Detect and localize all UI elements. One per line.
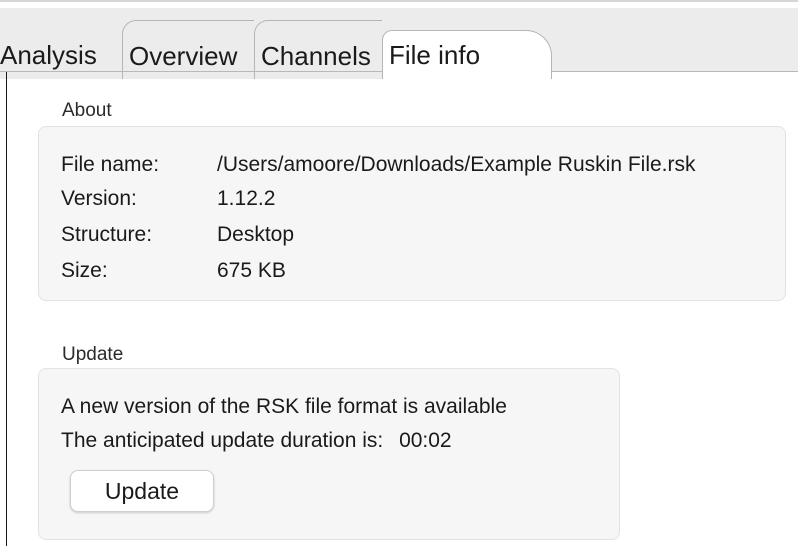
- update-duration-row: The anticipated update duration is: 00:0…: [61, 429, 452, 453]
- update-message: A new version of the RSK file format is …: [61, 395, 507, 418]
- tab-bar: Analysis Overview Channels File info: [0, 8, 798, 79]
- about-panel: File name: /Users/amoore/Downloads/Examp…: [38, 126, 786, 301]
- update-panel: A new version of the RSK file format is …: [38, 368, 620, 540]
- content-left-border: [6, 72, 7, 546]
- structure-value: Desktop: [217, 223, 295, 246]
- tab-channels-label: Channels: [261, 41, 371, 71]
- tab-overview-label: Overview: [129, 41, 238, 71]
- update-duration-value: 00:02: [399, 429, 452, 452]
- version-value: 1.12.2: [217, 187, 276, 210]
- structure-key: Structure:: [61, 223, 153, 246]
- update-button[interactable]: Update: [70, 470, 214, 512]
- file-name-value: /Users/amoore/Downloads/Example Ruskin F…: [217, 153, 696, 176]
- size-value: 675 KB: [217, 259, 286, 282]
- size-key: Size:: [61, 259, 108, 282]
- update-heading: Update: [62, 344, 124, 365]
- tab-file-info-label: File info: [389, 40, 481, 70]
- update-duration-label: The anticipated update duration is:: [61, 429, 384, 452]
- tab-analysis-label: Analysis: [0, 40, 97, 70]
- version-key: Version:: [61, 187, 137, 210]
- window-top-border: [0, 0, 798, 2]
- tab-file-info[interactable]: File info: [382, 30, 552, 79]
- file-name-key: File name:: [61, 153, 160, 176]
- about-heading: About: [62, 100, 112, 121]
